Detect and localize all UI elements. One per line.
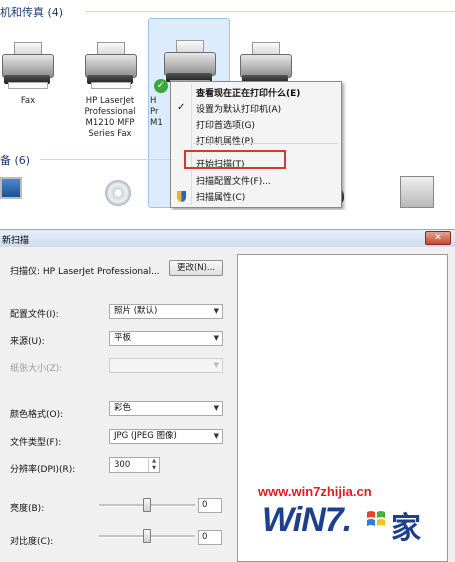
device-fax[interactable]: Fax [8,96,48,107]
fax-printer-icon[interactable] [0,42,54,90]
profile-select[interactable]: 照片 (默认) ▼ [109,304,223,319]
start-scan-highlight-box [184,150,286,169]
watermark-url: www.win7zhijia.cn [258,484,372,499]
brightness-input[interactable]: 0 [198,498,222,513]
spinner-arrows-icon[interactable]: ▲ ▼ [148,458,159,472]
menu-item-set-default-printer[interactable]: 设置为默认打印机(A) [196,102,281,115]
watermark-logo: WiN7. [262,501,352,539]
printers-section-header: 机和传真 (4) [0,6,64,19]
devices-and-printers-panel: 机和传真 (4) Fax HP LaserJet Professional M1… [0,0,455,210]
brightness-slider-thumb[interactable] [143,498,151,512]
dropdown-arrow-icon: ▼ [213,361,219,369]
hp-fax-printer-icon[interactable] [83,42,137,90]
color-format-select[interactable]: 彩色 ▼ [109,401,223,416]
dropdown-arrow-icon: ▼ [213,432,219,440]
color-format-value: 彩色 [114,403,132,413]
default-check-icon: ✓ [154,79,168,93]
source-select[interactable]: 平板 ▼ [109,331,223,346]
paper-size-select: ▼ [109,358,223,373]
file-type-label: 文件类型(F): [10,438,62,448]
printer-context-menu: 查看现在正在打印什么(E) ✓ 设置为默认打印机(A) 打印首选项(G) 打印机… [170,81,342,208]
resolution-value: 300 [114,460,131,470]
color-format-label: 颜色格式(O): [10,410,64,420]
source-value: 平板 [114,333,132,343]
menu-separator [193,143,338,144]
profile-value: 照片 (默认) [114,306,158,316]
contrast-label: 对比度(C): [10,537,54,547]
change-scanner-button[interactable]: 更改(N)... [169,260,223,276]
checkmark-icon: ✓ [177,102,186,113]
dropdown-arrow-icon: ▼ [213,334,219,342]
menu-item-printer-properties[interactable]: 打印机属性(P) [196,134,253,147]
shield-icon [177,191,186,202]
dropdown-arrow-icon: ▼ [213,307,219,315]
brightness-label: 亮度(B): [10,504,45,514]
cd-drive-icon[interactable] [105,180,131,206]
windows-flag-icon [367,511,385,526]
resolution-spinner[interactable]: 300 ▲ ▼ [109,457,160,473]
close-button[interactable]: ✕ [425,231,451,245]
device-label: Professional [84,107,136,117]
menu-item-printing-preferences[interactable]: 打印首选项(G) [196,118,255,131]
dialog-title: 新扫描 [2,236,30,246]
device-hp-laserjet-fax[interactable]: HP LaserJet Professional M1210 MFP Serie… [74,96,146,140]
file-type-select[interactable]: JPG (JPEG 图像) ▼ [109,429,223,444]
device-label: M1210 MFP [85,118,135,128]
dropdown-arrow-icon: ▼ [213,404,219,412]
devices-section-header: 备 (6) [0,154,31,167]
device-label: HP LaserJet [85,96,135,106]
monitor-icon[interactable] [0,177,22,199]
device-label: Fax [20,96,36,106]
file-type-value: JPG (JPEG 图像) [114,431,177,441]
menu-item-scan-profiles[interactable]: 扫描配置文件(F)... [196,174,271,187]
resolution-label: 分辨率(DPI)(R): [10,465,76,475]
menu-item-see-whats-printing[interactable]: 查看现在正在打印什么(E) [196,86,300,99]
section-divider [86,11,455,12]
device-icon[interactable] [400,176,434,208]
paper-size-label: 纸张大小(Z): [10,364,63,374]
profile-label: 配置文件(I): [10,310,59,320]
source-label: 来源(U): [10,337,45,347]
scanner-label: 扫描仪: HP LaserJet Professional... [10,267,160,277]
section-divider [40,159,170,160]
menu-item-scan-properties[interactable]: 扫描属性(C) [196,190,245,203]
dialog-titlebar[interactable]: 新扫描 ✕ [0,230,455,247]
watermark-logo-suffix: 家 [391,511,421,546]
contrast-input[interactable]: 0 [198,530,222,545]
contrast-slider-thumb[interactable] [143,529,151,543]
device-label: Series Fax [88,129,132,139]
